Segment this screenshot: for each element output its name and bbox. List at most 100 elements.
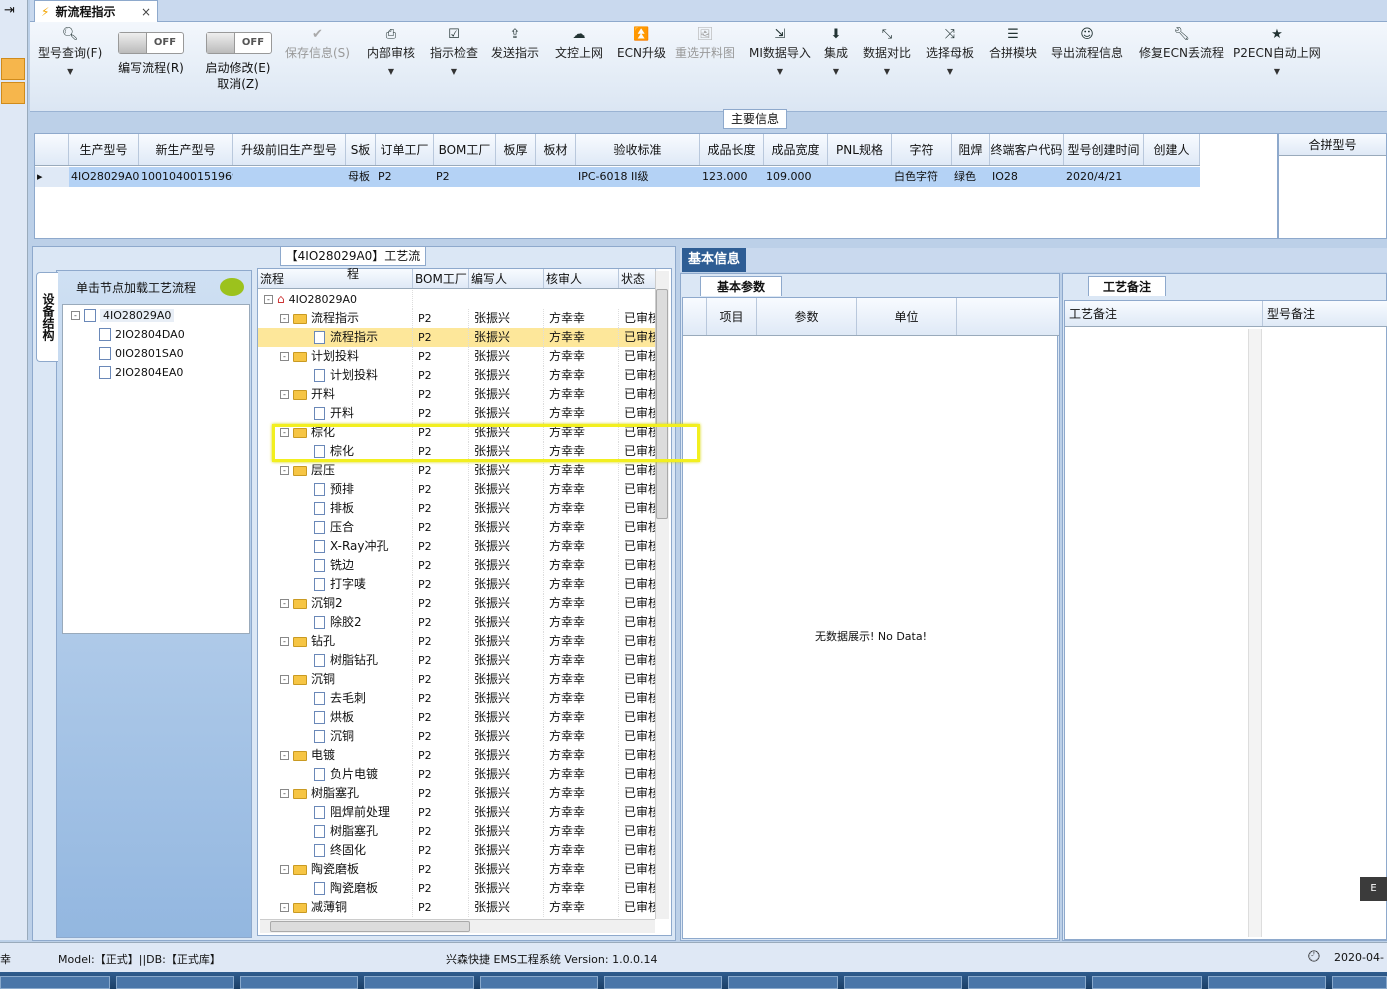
repair-ecn-button[interactable]: 🔧︎ 修复ECN丢流程 <box>1139 26 1224 61</box>
export-flow-button[interactable]: ☺ 导出流程信息 <box>1051 26 1123 61</box>
taskbar-item[interactable] <box>480 976 598 989</box>
tab-process-notes[interactable]: 工艺备注 <box>1088 276 1166 296</box>
taskbar-item[interactable] <box>1332 976 1387 989</box>
flow-col-header[interactable]: BOM工厂 <box>413 269 469 288</box>
notes-scrollbar[interactable] <box>1248 329 1262 937</box>
main-col-header[interactable]: 板材 <box>536 134 576 165</box>
chevron-down-icon[interactable]: ▼ <box>451 67 457 76</box>
collapse-icon[interactable]: - <box>71 311 80 320</box>
collapse-icon[interactable]: - <box>280 637 289 646</box>
table-row[interactable]: 预排 P2张振兴方幸幸已审核 <box>258 480 656 499</box>
main-col-header[interactable]: 升级前旧生产型号 <box>233 134 346 165</box>
table-row[interactable]: - 减薄铜 P2张振兴方幸幸已审核 <box>258 898 656 917</box>
table-row[interactable]: - 电镀 P2张振兴方幸幸已审核 <box>258 746 656 765</box>
doc-control-online-button[interactable]: ☁ 文控上网 <box>555 26 603 61</box>
taskbar-item[interactable] <box>1092 976 1202 989</box>
tree-node[interactable]: 2IO2804DA0 <box>99 328 185 341</box>
table-row[interactable]: 阻焊前处理 P2张振兴方幸幸已审核 <box>258 803 656 822</box>
collapse-icon[interactable]: - <box>280 865 289 874</box>
internal-review-button[interactable]: ⎙ 内部审核 ▼ <box>367 26 415 76</box>
taskbar-item[interactable] <box>364 976 474 989</box>
login-icon[interactable]: ⇥ <box>4 3 15 18</box>
table-row[interactable]: 树脂塞孔 P2张振兴方幸幸已审核 <box>258 822 656 841</box>
table-row[interactable]: 除胶2 P2张振兴方幸幸已审核 <box>258 613 656 632</box>
table-row[interactable]: 终固化 P2张振兴方幸幸已审核 <box>258 841 656 860</box>
taskbar-item[interactable] <box>604 976 722 989</box>
collapse-icon[interactable]: - <box>280 314 289 323</box>
flow-col-header[interactable]: 状态 <box>619 269 656 288</box>
data-compare-button[interactable]: ⤡ 数据对比 ▼ <box>863 26 911 76</box>
collapse-icon[interactable]: - <box>280 390 289 399</box>
tab-new-flow[interactable]: ⚡ 新流程指示 × <box>34 0 158 22</box>
main-col-header[interactable]: 成品长度 <box>700 134 764 165</box>
write-flow-toggle[interactable]: OFF <box>118 32 184 54</box>
model-query-button[interactable]: 🔍︎ 型号查询(F) ▼ <box>38 26 102 76</box>
reselect-cutting-button[interactable]: 🖼︎ 重选开料图 <box>675 26 735 61</box>
main-col-header[interactable]: 字符 <box>892 134 952 165</box>
table-row[interactable]: - 层压 P2张振兴方幸幸已审核 <box>258 461 656 480</box>
select-mother-board-button[interactable]: ⤨ 选择母板 ▼ <box>926 26 974 76</box>
taskbar-item[interactable] <box>968 976 1086 989</box>
basic-info-title[interactable]: 基本信息 <box>682 248 746 272</box>
taskbar-item[interactable] <box>240 976 358 989</box>
taskbar-item[interactable] <box>0 976 110 989</box>
tree-node[interactable]: 2IO2804EA0 <box>99 366 183 379</box>
table-row[interactable]: - 陶瓷磨板 P2张振兴方幸幸已审核 <box>258 860 656 879</box>
collapse-icon[interactable]: - <box>280 789 289 798</box>
tree-root-row[interactable]: - ⌂ 4IO28029A0 <box>258 290 656 309</box>
table-row[interactable]: ▸ 4IO28029A0 10010400151969 母板 P2 P2 IPC-6018 … <box>35 167 1200 187</box>
main-col-header[interactable]: 创建人 <box>1144 134 1200 165</box>
dock-button-2[interactable] <box>1 82 25 104</box>
tab-basic-params[interactable]: 基本参数 <box>700 276 782 296</box>
tree-node[interactable]: 0IO2801SA0 <box>99 347 184 360</box>
chevron-down-icon[interactable]: ▼ <box>777 67 783 76</box>
integrate-button[interactable]: ⬇ 集成 ▼ <box>824 26 848 76</box>
main-col-header[interactable]: S板 <box>346 134 376 165</box>
table-row[interactable]: 去毛刺 P2张振兴方幸幸已审核 <box>258 689 656 708</box>
table-row[interactable]: 陶瓷磨板 P2张振兴方幸幸已审核 <box>258 879 656 898</box>
send-instruction-button[interactable]: ⇪ 发送指示 <box>491 26 539 61</box>
flow-col-header[interactable]: 流程 <box>258 269 413 288</box>
collapse-icon[interactable]: - <box>280 903 289 912</box>
main-col-header[interactable]: 型号创建时间 <box>1064 134 1144 165</box>
collapse-icon[interactable]: - <box>280 675 289 684</box>
table-row[interactable]: - 流程指示 P2张振兴方幸幸已审核 <box>258 309 656 328</box>
tab-equipment-structure[interactable]: 设备结构 <box>36 272 58 362</box>
table-row[interactable]: 烘板 P2张振兴方幸幸已审核 <box>258 708 656 727</box>
table-row[interactable]: - 沉铜 P2张振兴方幸幸已审核 <box>258 670 656 689</box>
main-col-header[interactable]: 验收标准 <box>576 134 700 165</box>
chevron-down-icon[interactable]: ▼ <box>947 67 953 76</box>
main-col-header[interactable]: 生产型号 <box>69 134 139 165</box>
mi-import-button[interactable]: ⇲ MI数据导入 ▼ <box>749 26 811 76</box>
table-row[interactable]: 树脂钻孔 P2张振兴方幸幸已审核 <box>258 651 656 670</box>
main-col-header[interactable]: PNL规格 <box>828 134 892 165</box>
collapse-icon[interactable]: - <box>280 751 289 760</box>
table-row[interactable]: 铣边 P2张振兴方幸幸已审核 <box>258 556 656 575</box>
table-row[interactable]: 开料 P2张振兴方幸幸已审核 <box>258 404 656 423</box>
taskbar-item[interactable] <box>844 976 962 989</box>
horizontal-scroll-thumb[interactable] <box>270 921 470 932</box>
chevron-down-icon[interactable]: ▼ <box>67 67 73 76</box>
table-row[interactable]: 排板 P2张振兴方幸幸已审核 <box>258 499 656 518</box>
flow-col-header[interactable]: 核审人 <box>544 269 619 288</box>
table-row[interactable]: - 开料 P2张振兴方幸幸已审核 <box>258 385 656 404</box>
table-row[interactable]: 打字唛 P2张振兴方幸幸已审核 <box>258 575 656 594</box>
main-col-header[interactable]: BOM工厂 <box>434 134 496 165</box>
table-row[interactable]: - 计划投料 P2张振兴方幸幸已审核 <box>258 347 656 366</box>
chevron-down-icon[interactable]: ▼ <box>388 67 394 76</box>
chevron-down-icon[interactable]: ▼ <box>1274 67 1280 76</box>
table-row[interactable]: 负片电镀 P2张振兴方幸幸已审核 <box>258 765 656 784</box>
main-col-header[interactable]: 板厚 <box>496 134 536 165</box>
dock-button-1[interactable] <box>1 58 25 80</box>
table-row[interactable]: X-Ray冲孔 P2张振兴方幸幸已审核 <box>258 537 656 556</box>
table-row[interactable]: - 沉铜2 P2张振兴方幸幸已审核 <box>258 594 656 613</box>
taskbar-item[interactable] <box>1208 976 1326 989</box>
close-icon[interactable]: × <box>141 5 151 19</box>
vertical-scroll-thumb[interactable] <box>656 289 668 519</box>
floating-button[interactable]: E <box>1360 877 1387 901</box>
comment-bubble-icon[interactable] <box>220 278 244 296</box>
main-col-header[interactable]: 阻焊 <box>952 134 990 165</box>
tree-node[interactable]: - 4IO28029A0 <box>71 309 175 322</box>
chevron-down-icon[interactable]: ▼ <box>884 67 890 76</box>
taskbar-item[interactable] <box>728 976 838 989</box>
